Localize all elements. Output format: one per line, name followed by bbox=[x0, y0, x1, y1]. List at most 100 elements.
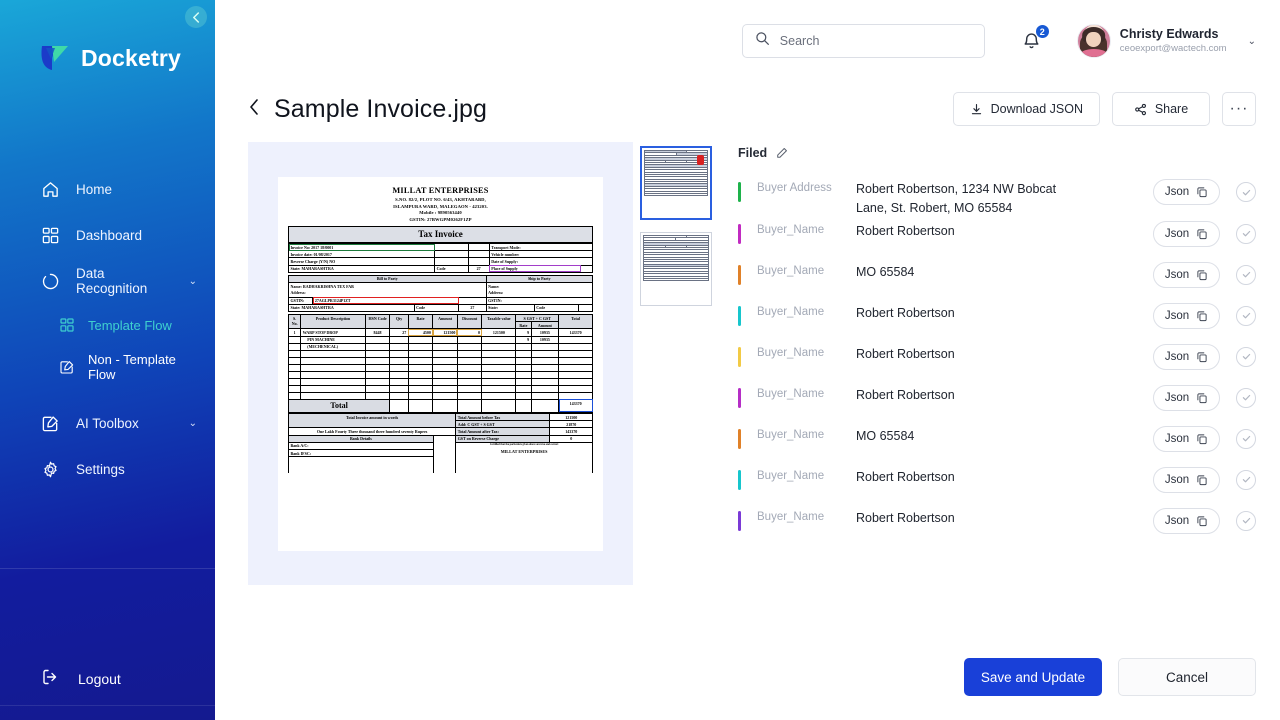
logout-label: Logout bbox=[78, 670, 121, 687]
notifications-button[interactable]: 2 bbox=[1019, 24, 1050, 54]
table-row: (MECHENICAL) bbox=[287, 342, 593, 351]
field-confirm-button[interactable] bbox=[1236, 428, 1256, 449]
json-button[interactable]: Json bbox=[1153, 343, 1220, 370]
save-and-update-button[interactable]: Save and Update bbox=[964, 658, 1102, 696]
field-confirm-button[interactable] bbox=[1236, 182, 1256, 202]
invoice-code-value: 27 bbox=[467, 264, 490, 273]
sidebar-item-data-recognition[interactable]: Data Recognition ⌄ bbox=[0, 258, 215, 304]
user-menu[interactable]: Christy Edwards ceoexport@wactech.com ⌄ bbox=[1076, 24, 1256, 58]
field-label: Buyer_Name bbox=[757, 469, 825, 482]
json-button[interactable]: Json bbox=[1153, 302, 1220, 329]
download-json-label: Download JSON bbox=[990, 102, 1083, 116]
sidebar-collapse-button[interactable] bbox=[185, 6, 207, 28]
share-button[interactable]: Share bbox=[1112, 92, 1210, 126]
field-actions: Json bbox=[1153, 343, 1256, 370]
field-confirm-button[interactable] bbox=[1236, 387, 1256, 408]
copy-icon bbox=[1197, 393, 1207, 403]
ship-address: Address: bbox=[485, 289, 594, 298]
pencil-icon[interactable] bbox=[776, 147, 788, 159]
json-button[interactable]: Json bbox=[1153, 384, 1220, 411]
data-recognition-icon bbox=[40, 271, 60, 291]
sidebar-item-ai-toolbox[interactable]: AI Toolbox ⌄ bbox=[0, 400, 215, 446]
field-value[interactable]: Robert Robertson bbox=[856, 222, 1061, 241]
field-confirm-button[interactable] bbox=[1236, 305, 1256, 326]
ship-gstin: GSTIN: bbox=[485, 296, 594, 305]
field-actions: Json bbox=[1153, 179, 1256, 205]
table-row bbox=[287, 356, 593, 365]
json-button[interactable]: Json bbox=[1153, 220, 1220, 247]
search-input[interactable] bbox=[779, 34, 972, 48]
bill-code-label: Code bbox=[413, 303, 460, 313]
sidebar-item-label: AI Toolbox bbox=[76, 415, 139, 431]
invoice-date: Invoice date: 01/08/2017 bbox=[287, 250, 436, 259]
field-confirm-button[interactable] bbox=[1236, 346, 1256, 367]
col-gst-rate: Rate bbox=[515, 321, 532, 330]
col-discount: Discount bbox=[456, 314, 483, 330]
chevron-down-icon: ⌄ bbox=[1247, 35, 1256, 47]
certify-note: Certified that the particulars given abo… bbox=[489, 443, 559, 447]
field-value[interactable]: Robert Robertson bbox=[856, 386, 1061, 405]
table-row bbox=[287, 349, 593, 358]
field-row: Buyer_Name Robert Robertson Json bbox=[738, 465, 1256, 506]
sidebar-item-non-template-flow[interactable]: Non - Template Flow bbox=[0, 346, 215, 388]
field-row: Buyer_Name Robert Robertson Json bbox=[738, 383, 1256, 424]
page-1-thumbnail[interactable] bbox=[640, 146, 712, 220]
copy-icon bbox=[1197, 311, 1207, 321]
thumbnail-list bbox=[636, 142, 716, 585]
brand[interactable]: Docketry bbox=[0, 0, 215, 74]
check-icon bbox=[1242, 436, 1250, 442]
sidebar-item-template-flow[interactable]: Template Flow bbox=[0, 304, 215, 346]
cancel-button[interactable]: Cancel bbox=[1118, 658, 1256, 696]
summary-label: Add: C GST + S GST bbox=[455, 420, 551, 429]
dashboard-icon bbox=[40, 225, 60, 245]
field-value[interactable]: Robert Robertson bbox=[856, 304, 1061, 323]
field-confirm-button[interactable] bbox=[1236, 264, 1256, 285]
chevron-down-icon: ⌄ bbox=[188, 275, 197, 287]
template-flow-icon bbox=[58, 316, 76, 334]
table-row bbox=[287, 370, 593, 379]
cell-desc: (MECHENICAL) bbox=[300, 342, 366, 351]
field-value[interactable]: Robert Robertson bbox=[856, 509, 1061, 528]
cell-gst-rate: 9 bbox=[515, 335, 532, 344]
summary-value: 121500 bbox=[549, 412, 593, 422]
field-confirm-button[interactable] bbox=[1236, 510, 1256, 531]
check-icon bbox=[1242, 518, 1250, 524]
download-json-button[interactable]: Download JSON bbox=[952, 92, 1100, 126]
json-button[interactable]: Json bbox=[1153, 466, 1220, 493]
field-confirm-button[interactable] bbox=[1236, 469, 1256, 490]
invoice-meta-table: Invoice No: 2017 18/0001 Transport Mode:… bbox=[287, 243, 594, 273]
search-box[interactable] bbox=[741, 24, 985, 58]
field-value[interactable]: MO 65584 bbox=[856, 427, 1061, 446]
json-button[interactable]: Json bbox=[1153, 179, 1220, 205]
page-header: Sample Invoice.jpg Download JSON Share ·… bbox=[215, 82, 1280, 136]
sidebar-nav: Home Dashboard Data Recognition ⌄ Templa… bbox=[0, 166, 215, 492]
field-value[interactable]: Robert Robertson bbox=[856, 468, 1061, 487]
col-sno: S. No. bbox=[287, 314, 302, 330]
back-button[interactable] bbox=[248, 98, 260, 120]
document-viewer[interactable]: MILLAT ENTERPRISES S.NO. 82/2, PLOT NO. … bbox=[248, 142, 633, 585]
more-options-button[interactable]: ··· bbox=[1222, 92, 1256, 126]
copy-icon bbox=[1197, 475, 1207, 485]
field-value[interactable]: MO 65584 bbox=[856, 263, 1061, 282]
table-row bbox=[287, 377, 593, 386]
sidebar-item-dashboard[interactable]: Dashboard bbox=[0, 212, 215, 258]
json-button[interactable]: Json bbox=[1153, 425, 1220, 452]
sidebar-item-home[interactable]: Home bbox=[0, 166, 215, 212]
json-label: Json bbox=[1164, 432, 1190, 445]
logout-button[interactable]: Logout bbox=[0, 667, 121, 690]
col-gst-group: S GST + C GST bbox=[515, 314, 560, 323]
page-2-thumbnail[interactable] bbox=[640, 232, 712, 306]
field-value[interactable]: Robert Robertson, 1234 NW Bobcat Lane, S… bbox=[856, 180, 1061, 219]
sidebar-item-label: Home bbox=[76, 181, 113, 197]
sidebar-item-settings[interactable]: Settings bbox=[0, 446, 215, 492]
table-row: PIN MACHINE 9 10935 bbox=[287, 335, 593, 344]
field-value[interactable]: Robert Robertson bbox=[856, 345, 1061, 364]
json-button[interactable]: Json bbox=[1153, 507, 1220, 534]
json-button[interactable]: Json bbox=[1153, 261, 1220, 288]
copy-icon bbox=[1197, 516, 1207, 526]
field-confirm-button[interactable] bbox=[1236, 223, 1256, 244]
field-label: Buyer_Name bbox=[757, 264, 825, 277]
search-icon bbox=[755, 31, 770, 51]
json-label: Json bbox=[1164, 473, 1190, 486]
field-actions: Json bbox=[1153, 425, 1256, 452]
